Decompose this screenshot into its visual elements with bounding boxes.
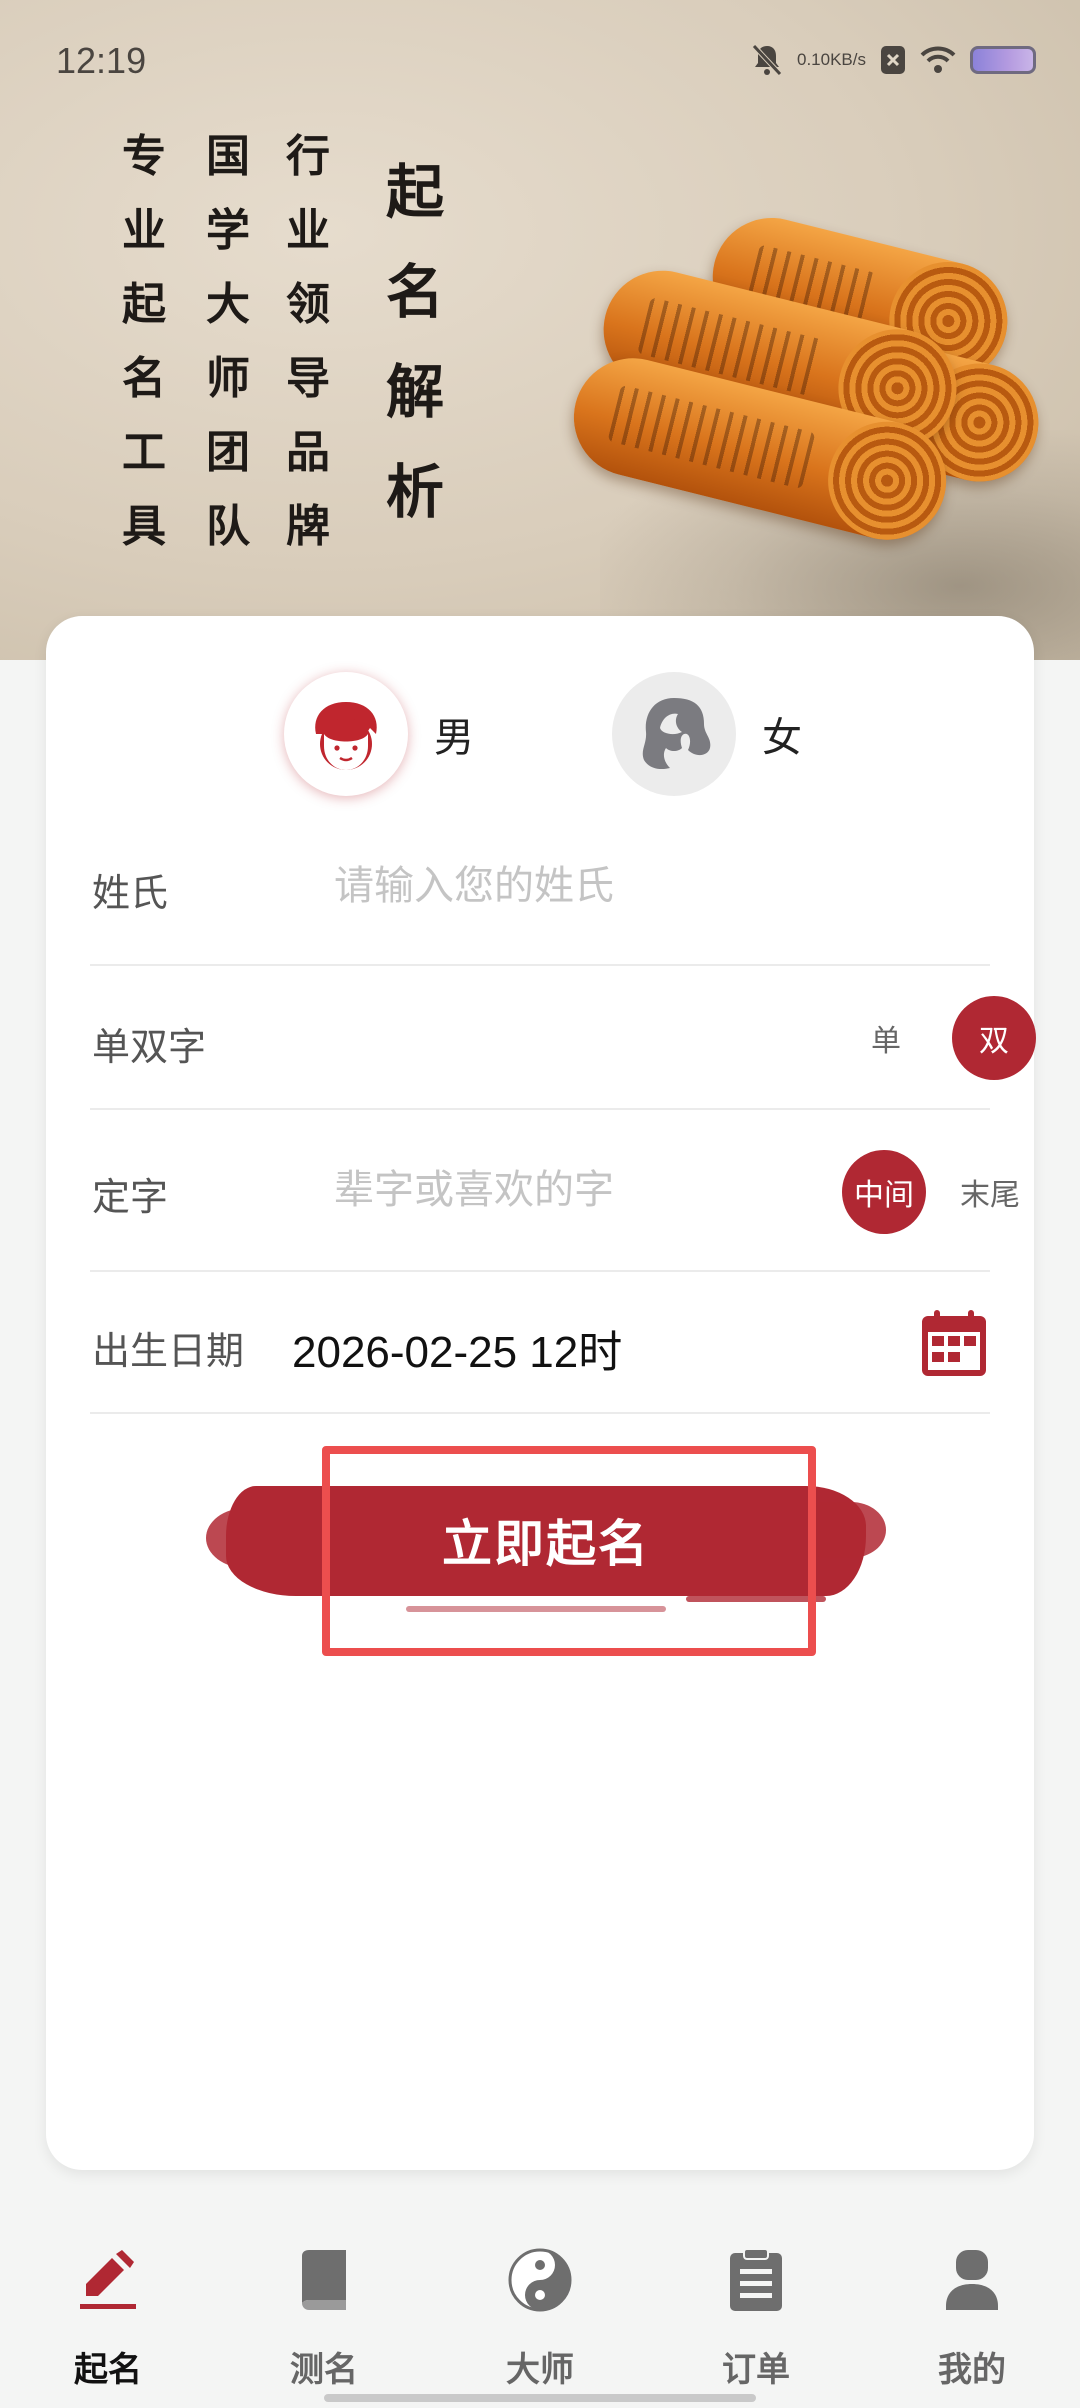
nav-label-naming: 起名 xyxy=(74,2350,142,2390)
nav-item-orders[interactable]: 订单 xyxy=(686,2240,826,2391)
gender-option-female[interactable]: 女 xyxy=(612,672,802,796)
birth-date-row[interactable]: 出生日期 2026-02-25 12时 xyxy=(90,1272,990,1414)
fixed-char-label: 定字 xyxy=(92,1175,169,1219)
char-count-row: 单双字 单 双 xyxy=(90,966,1036,1110)
fixed-char-row: 定字 中间 末尾 xyxy=(90,1110,1020,1272)
gender-selector: 男 女 xyxy=(46,672,1034,802)
gender-label-male: 男 xyxy=(434,715,474,761)
start-naming-button[interactable]: 立即起名 xyxy=(206,1446,886,1656)
net-speed-indicator: 0.10 KB/s xyxy=(797,51,866,69)
calligraphy-char: 行 xyxy=(286,131,330,182)
calligraphy-char: 国 xyxy=(206,131,250,182)
calligraphy-title-char: 解 xyxy=(386,358,445,426)
gender-option-male[interactable]: 男 xyxy=(284,672,474,796)
net-speed-unit: KB/s xyxy=(830,50,866,69)
calligraphy-char: 起 xyxy=(122,279,166,330)
sim-blocked-icon xyxy=(880,45,906,75)
gender-label-female: 女 xyxy=(762,715,802,761)
battery-icon xyxy=(970,46,1036,74)
nav-item-name-test[interactable]: 测名 xyxy=(254,2240,394,2391)
calligraphy-char: 品 xyxy=(286,427,330,478)
bottom-nav: 起名 测名 大师 订单 我的 xyxy=(0,2200,1080,2408)
surname-label: 姓氏 xyxy=(92,871,169,915)
calligraphy-title-char: 起 xyxy=(386,158,445,226)
birth-date-value[interactable]: 2026-02-25 12时 xyxy=(292,1316,622,1380)
boy-avatar-icon[interactable] xyxy=(284,672,408,796)
nav-item-master[interactable]: 大师 xyxy=(470,2240,610,2391)
yin-yang-icon xyxy=(470,2240,610,2320)
calligraphy-char: 名 xyxy=(122,353,166,404)
calligraphy-char: 师 xyxy=(206,353,250,404)
birth-date-label: 出生日期 xyxy=(92,1329,245,1373)
calligraphy-char: 业 xyxy=(122,205,166,256)
calligraphy-char: 领 xyxy=(286,279,330,330)
surname-row: 姓氏 xyxy=(90,806,990,966)
calligraphy-column-2: 国 学 大 师 团 队 xyxy=(206,128,250,556)
position-middle-option[interactable]: 中间 xyxy=(842,1150,926,1234)
naming-form-card: 男 女 姓氏 单双字 单 双 定字 中间 末尾 出生日期 2026-02-25 xyxy=(46,616,1036,2170)
focus-highlight-box xyxy=(322,1446,816,1656)
status-bar: 12:19 0.10 KB/s xyxy=(0,0,1080,120)
calligraphy-char: 大 xyxy=(206,279,250,330)
calligraphy-title-char: 析 xyxy=(386,458,445,526)
book-icon xyxy=(254,2240,394,2320)
nav-label-master: 大师 xyxy=(506,2350,574,2390)
calligraphy-char: 具 xyxy=(122,501,166,552)
calligraphy-char: 导 xyxy=(286,353,330,404)
calligraphy-char: 队 xyxy=(206,501,250,552)
bamboo-scrolls-illustration xyxy=(560,205,1051,553)
calligraphy-char: 学 xyxy=(206,205,250,256)
nav-item-naming[interactable]: 起名 xyxy=(38,2240,178,2391)
nav-label-name-test: 测名 xyxy=(290,2350,358,2390)
wifi-icon xyxy=(920,46,956,74)
bell-muted-icon xyxy=(751,43,783,77)
calligraphy-char: 专 xyxy=(122,131,166,182)
calligraphy-char: 业 xyxy=(286,205,330,256)
char-count-label: 单双字 xyxy=(92,1025,207,1069)
status-time: 12:19 xyxy=(56,40,147,81)
user-icon xyxy=(902,2240,1042,2320)
char-count-single-option[interactable]: 单 xyxy=(844,996,928,1080)
calligraphy-column-3: 行 业 领 导 品 牌 xyxy=(286,128,330,556)
calligraphy-char: 牌 xyxy=(286,501,330,552)
pencil-icon xyxy=(38,2240,178,2320)
char-count-double-option[interactable]: 双 xyxy=(952,996,1036,1080)
position-end-option[interactable]: 末尾 xyxy=(948,1150,1032,1234)
nav-item-profile[interactable]: 我的 xyxy=(902,2240,1042,2391)
status-icons: 0.10 KB/s xyxy=(751,40,1036,80)
surname-input[interactable] xyxy=(334,856,954,916)
nav-label-profile: 我的 xyxy=(938,2350,1006,2390)
calligraphy-char: 团 xyxy=(206,427,250,478)
calligraphy-title: 起 名 解 析 xyxy=(386,142,444,542)
calligraphy-char: 工 xyxy=(122,427,166,478)
calligraphy-column-1: 专 业 起 名 工 具 xyxy=(122,128,166,556)
calligraphy-title-char: 名 xyxy=(386,258,445,326)
fixed-char-input[interactable] xyxy=(334,1160,784,1220)
home-indicator[interactable] xyxy=(324,2394,756,2402)
calendar-icon[interactable] xyxy=(920,1308,988,1382)
girl-avatar-icon[interactable] xyxy=(612,672,736,796)
net-speed-value: 0.10 xyxy=(797,50,831,69)
nav-label-orders: 订单 xyxy=(722,2350,790,2390)
header-banner: 专 业 起 名 工 具 国 学 大 师 团 队 行 业 领 导 品 牌 起 名 … xyxy=(0,0,1080,660)
clipboard-icon xyxy=(686,2240,826,2320)
